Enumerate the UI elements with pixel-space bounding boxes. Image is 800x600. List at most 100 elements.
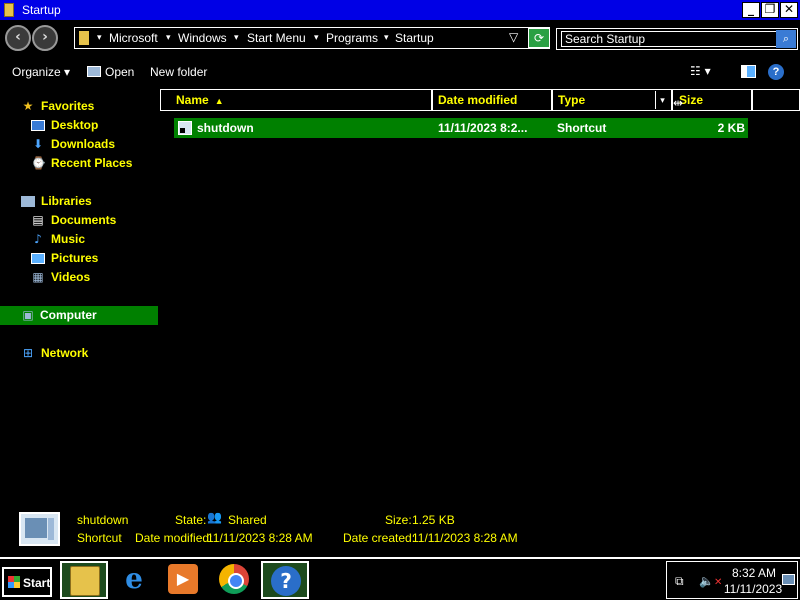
chevron-down-icon[interactable]: ▾ bbox=[234, 32, 239, 43]
nav-favorites[interactable]: ★ Favorites bbox=[0, 97, 158, 116]
forward-button[interactable]: › bbox=[32, 25, 58, 51]
network-status-icon[interactable]: ⧉ bbox=[675, 574, 684, 589]
refresh-button[interactable]: ⟳ bbox=[528, 28, 550, 48]
open-icon bbox=[87, 66, 101, 77]
search-box[interactable]: ⌕ bbox=[556, 28, 798, 50]
organize-button[interactable]: Organize ▾ bbox=[12, 65, 70, 79]
windows-logo-icon bbox=[8, 576, 20, 588]
column-name-label: Name bbox=[176, 93, 209, 107]
nav-music[interactable]: ♪ Music bbox=[0, 230, 158, 249]
navigation-pane: ★ Favorites Desktop ⬇ Downloads ⌚ Recent… bbox=[0, 90, 158, 500]
taskbar-help[interactable]: ? bbox=[261, 561, 309, 599]
start-label: Start bbox=[23, 576, 51, 590]
taskbar-media-player[interactable]: ▶ bbox=[160, 561, 208, 599]
nav-desktop[interactable]: Desktop bbox=[0, 116, 158, 135]
column-header-name[interactable]: Name ▲ bbox=[160, 89, 432, 111]
clock-date[interactable]: 11/11/2023 bbox=[722, 582, 784, 596]
nav-desktop-label: Desktop bbox=[51, 118, 99, 132]
details-date-created-label: Date created: bbox=[343, 531, 416, 545]
maximize-button[interactable]: ❐ bbox=[761, 2, 779, 18]
details-pane: shutdown Shortcut State: 👥 Shared Size: … bbox=[0, 505, 800, 557]
nav-libraries[interactable]: Libraries bbox=[0, 192, 158, 211]
details-date-modified-value: 11/11/2023 8:28 AM bbox=[207, 531, 313, 545]
computer-icon: ▣ bbox=[22, 308, 34, 322]
new-folder-button[interactable]: New folder bbox=[150, 65, 207, 79]
command-bar: Organize ▾ Open New folder ☷ ▾ ? bbox=[0, 60, 800, 84]
search-icon[interactable]: ⌕ bbox=[776, 30, 796, 48]
nav-pictures[interactable]: Pictures bbox=[0, 249, 158, 268]
star-icon: ★ bbox=[22, 99, 34, 113]
nav-favorites-label: Favorites bbox=[41, 99, 95, 113]
column-date-label: Date modified bbox=[438, 93, 518, 107]
nav-network[interactable]: ⊞ Network bbox=[0, 344, 158, 363]
nav-videos-label: Videos bbox=[51, 270, 91, 284]
downloads-icon: ⬇ bbox=[32, 137, 44, 151]
breadcrumb-startup[interactable]: Startup bbox=[395, 31, 434, 45]
breadcrumb-start-menu[interactable]: Start Menu bbox=[247, 31, 306, 45]
search-input[interactable] bbox=[561, 31, 777, 47]
resize-cursor-icon: ⇹ bbox=[673, 96, 684, 110]
column-header-type[interactable]: Type ▾ bbox=[552, 89, 672, 111]
breadcrumb-microsoft[interactable]: Microsoft bbox=[109, 31, 158, 45]
organize-label: Organize bbox=[12, 65, 61, 79]
taskbar-internet-explorer[interactable]: e bbox=[111, 561, 159, 599]
column-filter-dropdown[interactable]: ▾ bbox=[655, 91, 669, 109]
close-button[interactable]: ✕ bbox=[780, 2, 798, 18]
videos-icon: ▦ bbox=[32, 270, 44, 284]
column-type-label: Type bbox=[558, 93, 586, 107]
nav-recent-places-label: Recent Places bbox=[51, 156, 133, 170]
help-icon[interactable]: ? bbox=[768, 64, 784, 80]
nav-music-label: Music bbox=[51, 232, 86, 246]
nav-documents-label: Documents bbox=[51, 213, 117, 227]
file-type: Shortcut bbox=[557, 121, 607, 135]
volume-muted-icon[interactable]: 🔈✕ bbox=[699, 574, 722, 588]
chevron-down-icon[interactable]: ▾ bbox=[97, 32, 102, 43]
address-history-dropdown[interactable]: ▽ bbox=[509, 30, 518, 44]
details-state-label: State: bbox=[175, 513, 207, 527]
chevron-down-icon[interactable]: ▾ bbox=[166, 32, 171, 43]
start-button[interactable]: Start bbox=[2, 567, 52, 597]
show-desktop-icon[interactable] bbox=[782, 574, 795, 585]
taskbar-chrome[interactable] bbox=[211, 561, 259, 599]
recent-places-icon: ⌚ bbox=[31, 156, 46, 170]
details-size-value: 1.25 KB bbox=[412, 513, 455, 527]
documents-icon: ▤ bbox=[32, 213, 44, 227]
column-header-empty[interactable] bbox=[752, 89, 800, 111]
sort-ascending-icon: ▲ bbox=[214, 96, 224, 106]
shortcut-icon bbox=[178, 121, 192, 135]
details-file-name: shutdown bbox=[77, 513, 129, 527]
back-button[interactable]: ‹ bbox=[5, 25, 31, 51]
details-state-value: Shared bbox=[228, 513, 267, 527]
file-thumbnail bbox=[19, 512, 60, 546]
address-bar[interactable]: ▾ Microsoft ▾ Windows ▾ Start Menu ▾ Pro… bbox=[74, 27, 550, 49]
minimize-button[interactable]: _ bbox=[742, 2, 760, 18]
help-icon: ? bbox=[271, 566, 301, 596]
folder-icon bbox=[79, 31, 89, 45]
taskbar: Start e ▶ ? ⧉ 🔈✕ 8:32 AM 11/11/2023 bbox=[0, 557, 800, 600]
nav-videos[interactable]: ▦ Videos bbox=[0, 268, 158, 287]
clock-time[interactable]: 8:32 AM bbox=[729, 566, 779, 580]
preview-pane-icon[interactable] bbox=[741, 65, 756, 78]
column-header-date-modified[interactable]: Date modified bbox=[432, 89, 552, 111]
nav-downloads-label: Downloads bbox=[51, 137, 116, 151]
file-date-modified: 11/11/2023 8:2... bbox=[438, 121, 528, 135]
column-header-size[interactable]: Size bbox=[672, 89, 752, 111]
details-file-type: Shortcut bbox=[77, 531, 122, 545]
taskbar-explorer[interactable] bbox=[60, 561, 108, 599]
window-title: Startup bbox=[22, 3, 61, 17]
chevron-down-icon[interactable]: ▾ bbox=[384, 32, 389, 43]
breadcrumb-windows[interactable]: Windows bbox=[178, 31, 227, 45]
breadcrumb-programs[interactable]: Programs bbox=[326, 31, 378, 45]
nav-libraries-label: Libraries bbox=[41, 194, 92, 208]
nav-computer[interactable]: ▣ Computer bbox=[0, 306, 158, 325]
change-view-button[interactable]: ☷ ▾ bbox=[690, 64, 711, 78]
chevron-down-icon[interactable]: ▾ bbox=[314, 32, 319, 43]
folder-icon bbox=[4, 3, 14, 17]
nav-downloads[interactable]: ⬇ Downloads bbox=[0, 135, 158, 154]
open-button[interactable]: Open bbox=[87, 65, 134, 79]
desktop-icon bbox=[31, 120, 45, 131]
file-row-shutdown[interactable]: shutdown 11/11/2023 8:2... Shortcut 2 KB bbox=[174, 118, 748, 138]
nav-documents[interactable]: ▤ Documents bbox=[0, 211, 158, 230]
libraries-icon bbox=[21, 196, 35, 207]
nav-recent-places[interactable]: ⌚ Recent Places bbox=[0, 154, 158, 173]
